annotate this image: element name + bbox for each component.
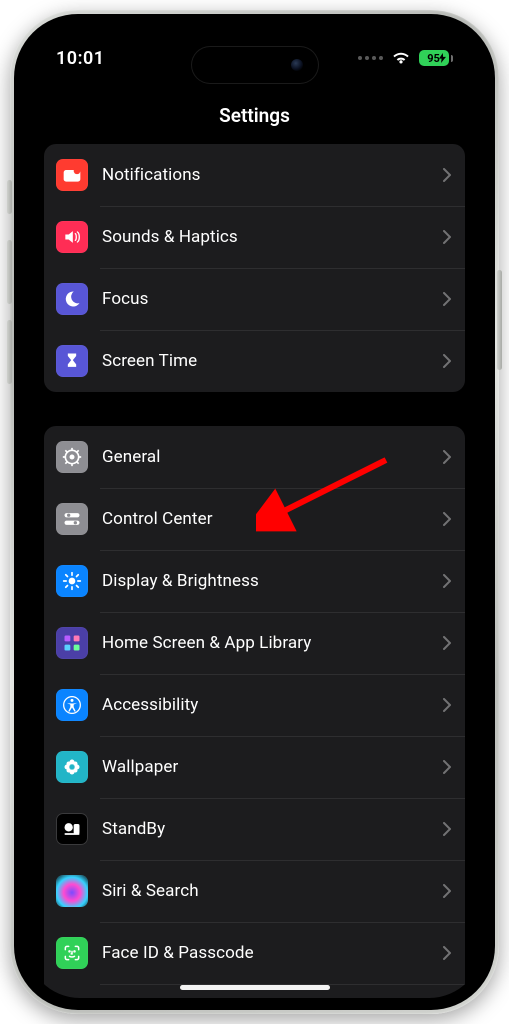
row-label: Screen Time — [102, 351, 443, 371]
chevron-right-icon — [443, 512, 451, 526]
bell-icon — [56, 159, 88, 191]
chevron-right-icon — [443, 168, 451, 182]
settings-group-general: General Control Center — [44, 426, 465, 998]
chevron-right-icon — [443, 636, 451, 650]
row-sounds-haptics[interactable]: Sounds & Haptics — [44, 206, 465, 268]
row-focus[interactable]: Focus — [44, 268, 465, 330]
dynamic-island — [191, 46, 319, 84]
row-label: General — [102, 447, 443, 467]
row-label: Display & Brightness — [102, 571, 443, 591]
row-home-screen[interactable]: Home Screen & App Library — [44, 612, 465, 674]
row-label: Control Center — [102, 509, 443, 529]
moon-icon — [56, 283, 88, 315]
row-label: Siri & Search — [102, 881, 443, 901]
row-label: Face ID & Passcode — [102, 943, 443, 963]
row-label: Home Screen & App Library — [102, 633, 443, 653]
settings-list[interactable]: Notifications Sounds & Haptics — [26, 144, 483, 998]
chevron-right-icon — [443, 946, 451, 960]
chevron-right-icon — [443, 822, 451, 836]
chevron-right-icon — [443, 884, 451, 898]
row-display-brightness[interactable]: Display & Brightness — [44, 550, 465, 612]
side-button — [497, 270, 502, 370]
toggles-icon — [56, 503, 88, 535]
row-label: Wallpaper — [102, 757, 443, 777]
siri-icon — [56, 875, 88, 907]
row-wallpaper[interactable]: Wallpaper — [44, 736, 465, 798]
face-icon — [56, 937, 88, 969]
row-faceid-passcode[interactable]: Face ID & Passcode — [44, 922, 465, 984]
row-accessibility[interactable]: Accessibility — [44, 674, 465, 736]
home-indicator[interactable] — [180, 985, 330, 990]
chevron-right-icon — [443, 292, 451, 306]
chevron-right-icon — [443, 230, 451, 244]
row-general[interactable]: General — [44, 426, 465, 488]
row-control-center[interactable]: Control Center — [44, 488, 465, 550]
row-label: Notifications — [102, 165, 443, 185]
row-screen-time[interactable]: Screen Time — [44, 330, 465, 392]
chevron-right-icon — [443, 698, 451, 712]
gear-icon — [56, 441, 88, 473]
chevron-right-icon — [443, 574, 451, 588]
sun-icon — [56, 565, 88, 597]
page-title: Settings — [26, 104, 483, 127]
chevron-right-icon — [443, 760, 451, 774]
chevron-right-icon — [443, 354, 451, 368]
status-time: 10:01 — [56, 48, 105, 69]
phone-frame: 10:01 95 — [10, 10, 499, 1014]
standby-icon — [56, 813, 88, 845]
ring-switch — [7, 180, 12, 214]
accessibility-icon — [56, 689, 88, 721]
volume-up-button — [7, 240, 12, 304]
hourglass-icon — [56, 345, 88, 377]
row-label: StandBy — [102, 819, 443, 839]
screen: 10:01 95 — [26, 26, 483, 998]
row-label: Focus — [102, 289, 443, 309]
row-standby[interactable]: StandBy — [44, 798, 465, 860]
wifi-icon — [391, 51, 411, 65]
row-label: Sounds & Haptics — [102, 227, 443, 247]
settings-group-attention: Notifications Sounds & Haptics — [44, 144, 465, 392]
volume-down-button — [7, 320, 12, 384]
app-header: Settings — [26, 104, 483, 127]
flower-icon — [56, 751, 88, 783]
row-label: Accessibility — [102, 695, 443, 715]
row-siri-search[interactable]: Siri & Search — [44, 860, 465, 922]
battery-indicator: 95 — [419, 50, 454, 66]
row-notifications[interactable]: Notifications — [44, 144, 465, 206]
speaker-icon — [56, 221, 88, 253]
grid-icon — [56, 627, 88, 659]
chevron-right-icon — [443, 450, 451, 464]
status-dots — [358, 56, 383, 60]
